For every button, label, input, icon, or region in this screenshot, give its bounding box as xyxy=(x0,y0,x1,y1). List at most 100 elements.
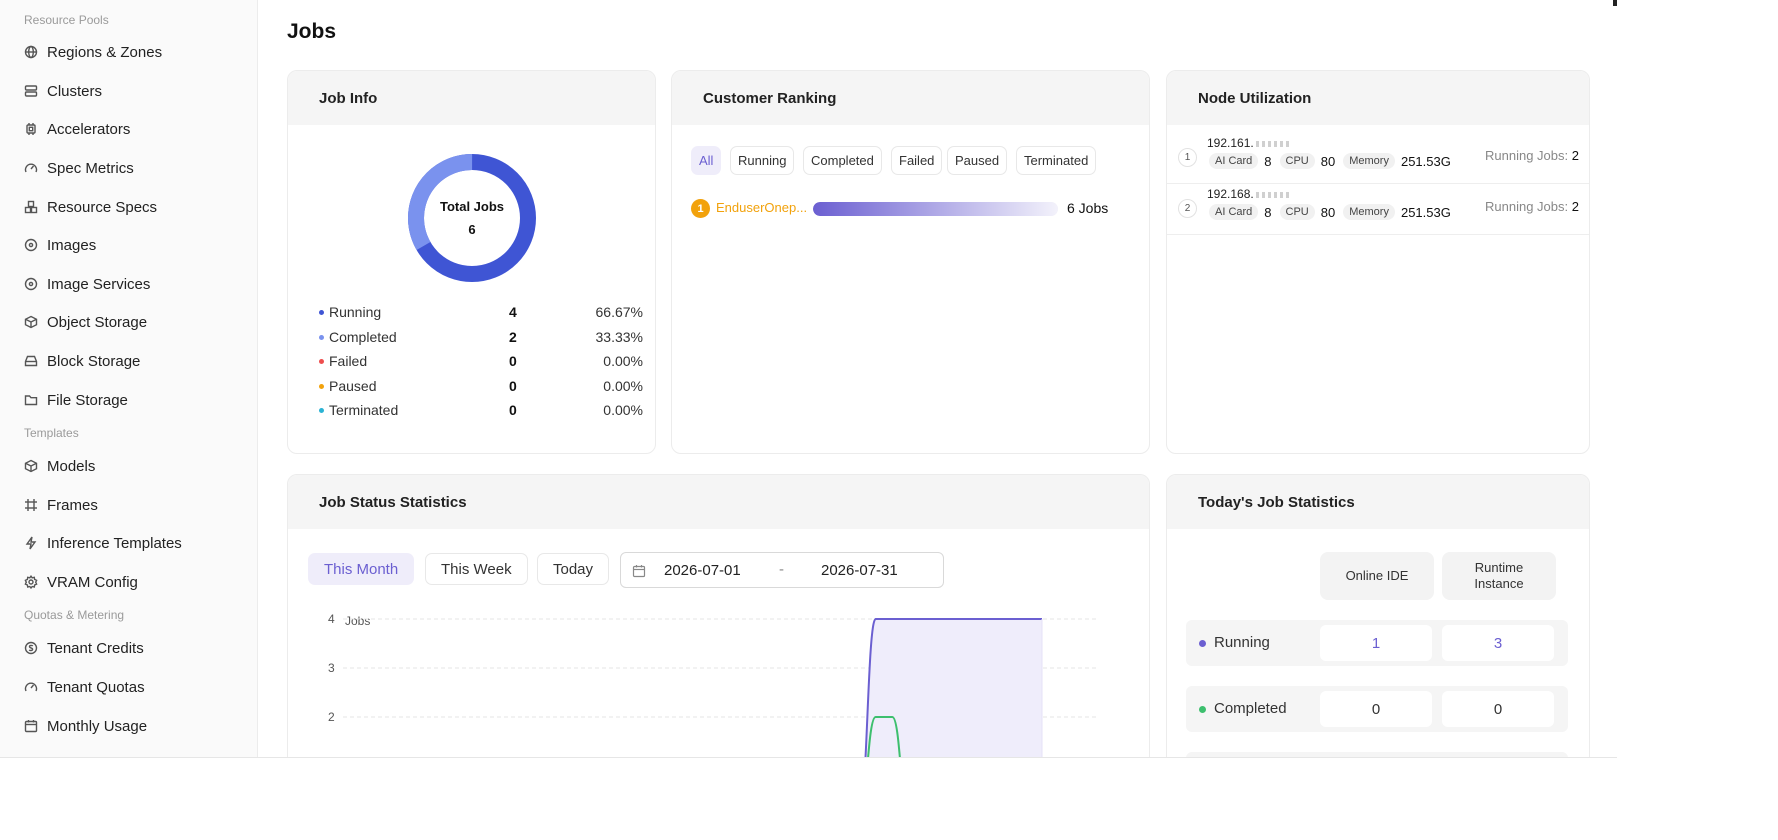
sidebar-item-accelerators[interactable]: Accelerators xyxy=(24,117,130,141)
filter-running-button[interactable]: Running xyxy=(730,146,795,175)
sidebar-item-label: Inference Templates xyxy=(47,534,182,552)
customer-name-link[interactable]: EnduserOnep... xyxy=(716,200,808,215)
node-index: 2 xyxy=(1178,199,1197,218)
legend-count: 0 xyxy=(509,353,517,369)
drive-icon xyxy=(24,354,38,368)
customer-ranking-title: Customer Ranking xyxy=(672,71,1149,125)
stat-label: Running xyxy=(1214,634,1270,651)
node-index: 1 xyxy=(1178,148,1197,167)
sidebar-item-spec-metrics[interactable]: Spec Metrics xyxy=(24,156,134,180)
online-ide-value[interactable]: 1 xyxy=(1320,625,1432,661)
sidebar-item-frames[interactable]: Frames xyxy=(24,493,98,517)
end-date-input[interactable]: 2026-07-31 xyxy=(821,562,898,579)
today-job-statistics-card: Today's Job Statistics Online IDE Runtim… xyxy=(1166,474,1590,757)
legend-dot xyxy=(319,335,324,340)
sidebar-item-tenant-credits[interactable]: Tenant Credits xyxy=(24,636,144,660)
filter-paused-button[interactable]: Paused xyxy=(947,146,1008,175)
app-window: Resource Pools Regions & Zones Clusters … xyxy=(0,0,1617,758)
sidebar-item-label: File Storage xyxy=(47,391,128,409)
sidebar-item-regions-zones[interactable]: Regions & Zones xyxy=(24,40,162,64)
sidebar: Resource Pools Regions & Zones Clusters … xyxy=(0,0,258,757)
legend-label: Terminated xyxy=(329,402,399,418)
sidebar-item-label: Images xyxy=(47,236,97,254)
legend-row-terminated: Terminated 0 0.00% xyxy=(319,400,643,420)
sidebar-group-templates: Templates xyxy=(24,426,79,440)
range-this-week-button[interactable]: This Week xyxy=(425,553,528,585)
folder-icon xyxy=(24,393,38,407)
filter-terminated-button[interactable]: Terminated xyxy=(1016,146,1097,175)
sidebar-item-label: Image Services xyxy=(47,275,151,293)
column-online-ide: Online IDE xyxy=(1320,552,1434,600)
range-this-month-button[interactable]: This Month xyxy=(308,553,415,585)
sidebar-item-vram-config[interactable]: VRAM Config xyxy=(24,570,138,594)
today-job-statistics-title: Today's Job Statistics xyxy=(1167,475,1589,529)
filter-completed-button[interactable]: Completed xyxy=(803,146,882,175)
sidebar-item-label: Frames xyxy=(47,496,98,514)
node-row: 1 192.161. AI Card 8 CPU 80 Memory 251.5… xyxy=(1167,134,1589,184)
node-ip-text: 192.161. xyxy=(1207,136,1254,150)
running-jobs-value: 2 xyxy=(1571,199,1579,214)
chart-y-tick-label: 2 xyxy=(328,710,335,724)
sidebar-item-images[interactable]: Images xyxy=(24,233,96,257)
redaction-mask xyxy=(1255,140,1290,147)
sidebar-item-label: Clusters xyxy=(47,82,103,100)
legend-row-failed: Failed 0 0.00% xyxy=(319,351,643,371)
server-icon xyxy=(24,84,38,98)
sidebar-item-image-services[interactable]: Image Services xyxy=(24,272,150,296)
runtime-instance-value[interactable]: 0 xyxy=(1442,691,1554,727)
ai-card-tag: AI Card xyxy=(1209,153,1259,169)
node-row: 2 192.168. AI Card 8 CPU 80 Memory 251.5… xyxy=(1167,185,1589,235)
rank-value: 6 Jobs xyxy=(1067,200,1109,216)
job-status-statistics-title: Job Status Statistics xyxy=(288,475,1149,529)
sidebar-group-quotas-metering: Quotas & Metering xyxy=(24,608,125,622)
sidebar-item-block-storage[interactable]: Block Storage xyxy=(24,349,140,373)
page-title: Jobs xyxy=(287,20,337,43)
legend-label: Paused xyxy=(329,378,377,394)
range-today-button[interactable]: Today xyxy=(537,553,610,585)
sidebar-item-clusters[interactable]: Clusters xyxy=(24,79,102,103)
memory-tag: Memory xyxy=(1343,153,1395,169)
legend-dot xyxy=(319,384,324,389)
job-info-title: Job Info xyxy=(288,71,655,125)
gauge-icon xyxy=(24,161,38,175)
sidebar-item-resource-specs[interactable]: Resource Specs xyxy=(24,195,157,219)
legend-label: Failed xyxy=(329,353,368,369)
legend-percent: 33.33% xyxy=(595,329,643,345)
sidebar-item-inference-templates[interactable]: Inference Templates xyxy=(24,531,182,555)
date-separator: - xyxy=(779,561,784,578)
sidebar-item-label: Accelerators xyxy=(47,120,131,138)
chart-series-group xyxy=(864,618,1043,757)
start-date-input[interactable]: 2026-07-01 xyxy=(664,562,741,579)
sidebar-item-label: Resource Specs xyxy=(47,198,158,216)
legend-row-running: Running 4 66.67% xyxy=(319,302,643,322)
legend-percent: 66.67% xyxy=(595,304,643,320)
rank-progress-fill xyxy=(813,202,1058,216)
legend-percent: 0.00% xyxy=(603,378,643,394)
job-info-card: Job Info Total Jobs 6 Running 4 66.67% C… xyxy=(287,70,656,454)
cpu-tag: CPU xyxy=(1279,153,1315,169)
running-jobs-label: Running Jobs: xyxy=(1485,199,1569,214)
legend-row-paused: Paused 0 0.00% xyxy=(319,376,643,396)
sidebar-item-file-storage[interactable]: File Storage xyxy=(24,388,128,412)
legend-count: 4 xyxy=(509,304,517,320)
running-jobs-value: 2 xyxy=(1571,148,1579,163)
sidebar-item-monthly-usage[interactable]: Monthly Usage xyxy=(24,714,147,738)
status-dot xyxy=(1199,706,1206,713)
filter-failed-button[interactable]: Failed xyxy=(891,146,943,175)
ai-card-value: 8 xyxy=(1264,204,1272,220)
calendar-icon xyxy=(632,565,646,578)
job-donut-chart: Total Jobs 6 xyxy=(407,153,537,283)
sidebar-item-label: Tenant Quotas xyxy=(47,678,145,696)
filter-all-button[interactable]: All xyxy=(691,146,722,175)
sidebar-item-label: VRAM Config xyxy=(47,573,138,591)
box-icon xyxy=(24,459,38,473)
sidebar-item-object-storage[interactable]: Object Storage xyxy=(24,310,147,334)
date-range-picker[interactable]: 2026-07-01 - 2026-07-31 xyxy=(620,552,944,588)
cpu-value: 80 xyxy=(1320,153,1336,169)
sidebar-item-models[interactable]: Models xyxy=(24,454,95,478)
online-ide-value[interactable]: 0 xyxy=(1320,691,1432,727)
sidebar-item-tenant-quotas[interactable]: Tenant Quotas xyxy=(24,675,145,699)
runtime-instance-value[interactable]: 3 xyxy=(1442,625,1554,661)
chart-y-tick-label: 3 xyxy=(328,661,335,675)
donut-total: 6 xyxy=(468,222,476,237)
